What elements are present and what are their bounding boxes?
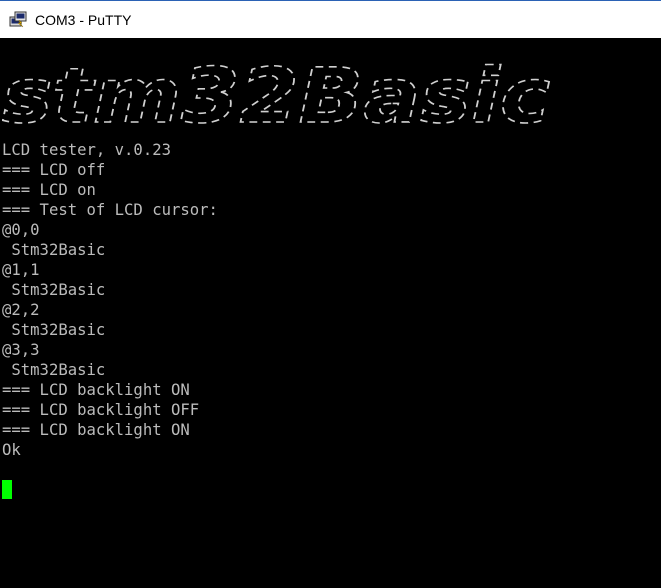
terminal-line: === LCD backlight ON <box>2 381 190 399</box>
terminal-line: === LCD off <box>2 161 106 179</box>
terminal-line: === LCD backlight OFF <box>2 401 200 419</box>
terminal-line: Stm32Basic <box>2 361 106 379</box>
window-title: COM3 - PuTTY <box>35 12 132 28</box>
stm32basic-ascii-banner: stm32Basic <box>2 50 551 140</box>
putty-terminal-icon[interactable] <box>9 11 27 29</box>
terminal-line: LCD tester, v.0.23 <box>2 141 171 159</box>
terminal-line: === LCD on <box>2 181 96 199</box>
terminal-line: Ok <box>2 441 21 459</box>
terminal-line: === LCD backlight ON <box>2 421 190 439</box>
terminal-line: @2,2 <box>2 301 40 319</box>
terminal-line: Stm32Basic <box>2 281 106 299</box>
terminal-screen[interactable]: stm32Basic LCD tester, v.0.23 === LCD of… <box>0 38 661 588</box>
terminal-line: @0,0 <box>2 221 40 239</box>
text-cursor <box>2 480 12 499</box>
banner-text: stm32Basic <box>2 51 550 140</box>
title-bar[interactable]: COM3 - PuTTY <box>0 0 661 38</box>
terminal-line: Stm32Basic <box>2 241 106 259</box>
putty-window: COM3 - PuTTY stm32Basic LCD tester, v.0.… <box>0 0 661 588</box>
terminal-line: @3,3 <box>2 341 40 359</box>
terminal-output: LCD tester, v.0.23 === LCD off === LCD o… <box>2 140 218 460</box>
terminal-line: Stm32Basic <box>2 321 106 339</box>
terminal-line: === Test of LCD cursor: <box>2 201 218 219</box>
terminal-line: @1,1 <box>2 261 40 279</box>
